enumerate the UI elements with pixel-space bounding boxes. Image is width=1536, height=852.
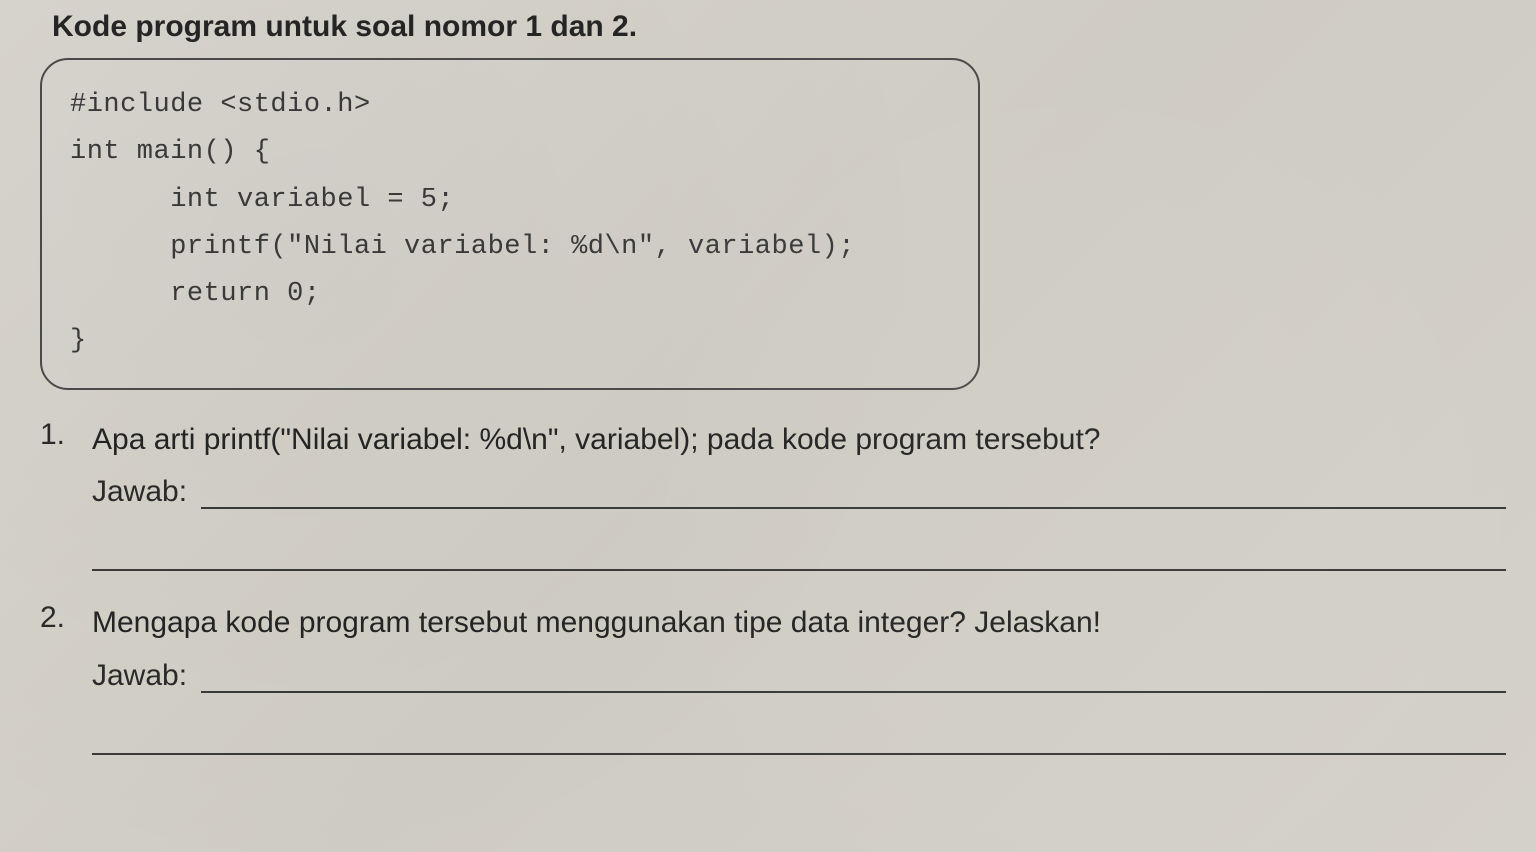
question-2-number: 2. bbox=[40, 601, 68, 635]
question-1-answer-line-2 bbox=[92, 537, 1506, 571]
code-line-4: printf("Nilai variabel: %d\n", variabel)… bbox=[70, 224, 950, 271]
question-2-answer-line-2 bbox=[92, 721, 1506, 755]
question-2-answer-line-1 bbox=[201, 663, 1506, 693]
question-2-answer-label: Jawab: bbox=[92, 659, 187, 693]
code-line-6: } bbox=[70, 318, 950, 365]
question-2: 2. Mengapa kode program tersebut menggun… bbox=[40, 601, 1506, 755]
code-line-1: #include <stdio.h> bbox=[70, 82, 950, 129]
question-1-number: 1. bbox=[40, 418, 68, 452]
code-line-2: int main() { bbox=[70, 129, 950, 176]
code-line-3: int variabel = 5; bbox=[70, 177, 950, 224]
question-1: 1. Apa arti printf("Nilai variabel: %d\n… bbox=[40, 418, 1506, 572]
code-line-5: return 0; bbox=[70, 271, 950, 318]
question-1-answer-line-1 bbox=[201, 479, 1506, 509]
question-2-text: Mengapa kode program tersebut menggunaka… bbox=[92, 601, 1506, 645]
question-1-text: Apa arti printf("Nilai variabel: %d\n", … bbox=[92, 418, 1506, 462]
page-heading: Kode program untuk soal nomor 1 dan 2. bbox=[40, 10, 1506, 44]
code-snippet-box: #include <stdio.h> int main() { int vari… bbox=[40, 58, 980, 390]
question-1-answer-label: Jawab: bbox=[92, 475, 187, 509]
